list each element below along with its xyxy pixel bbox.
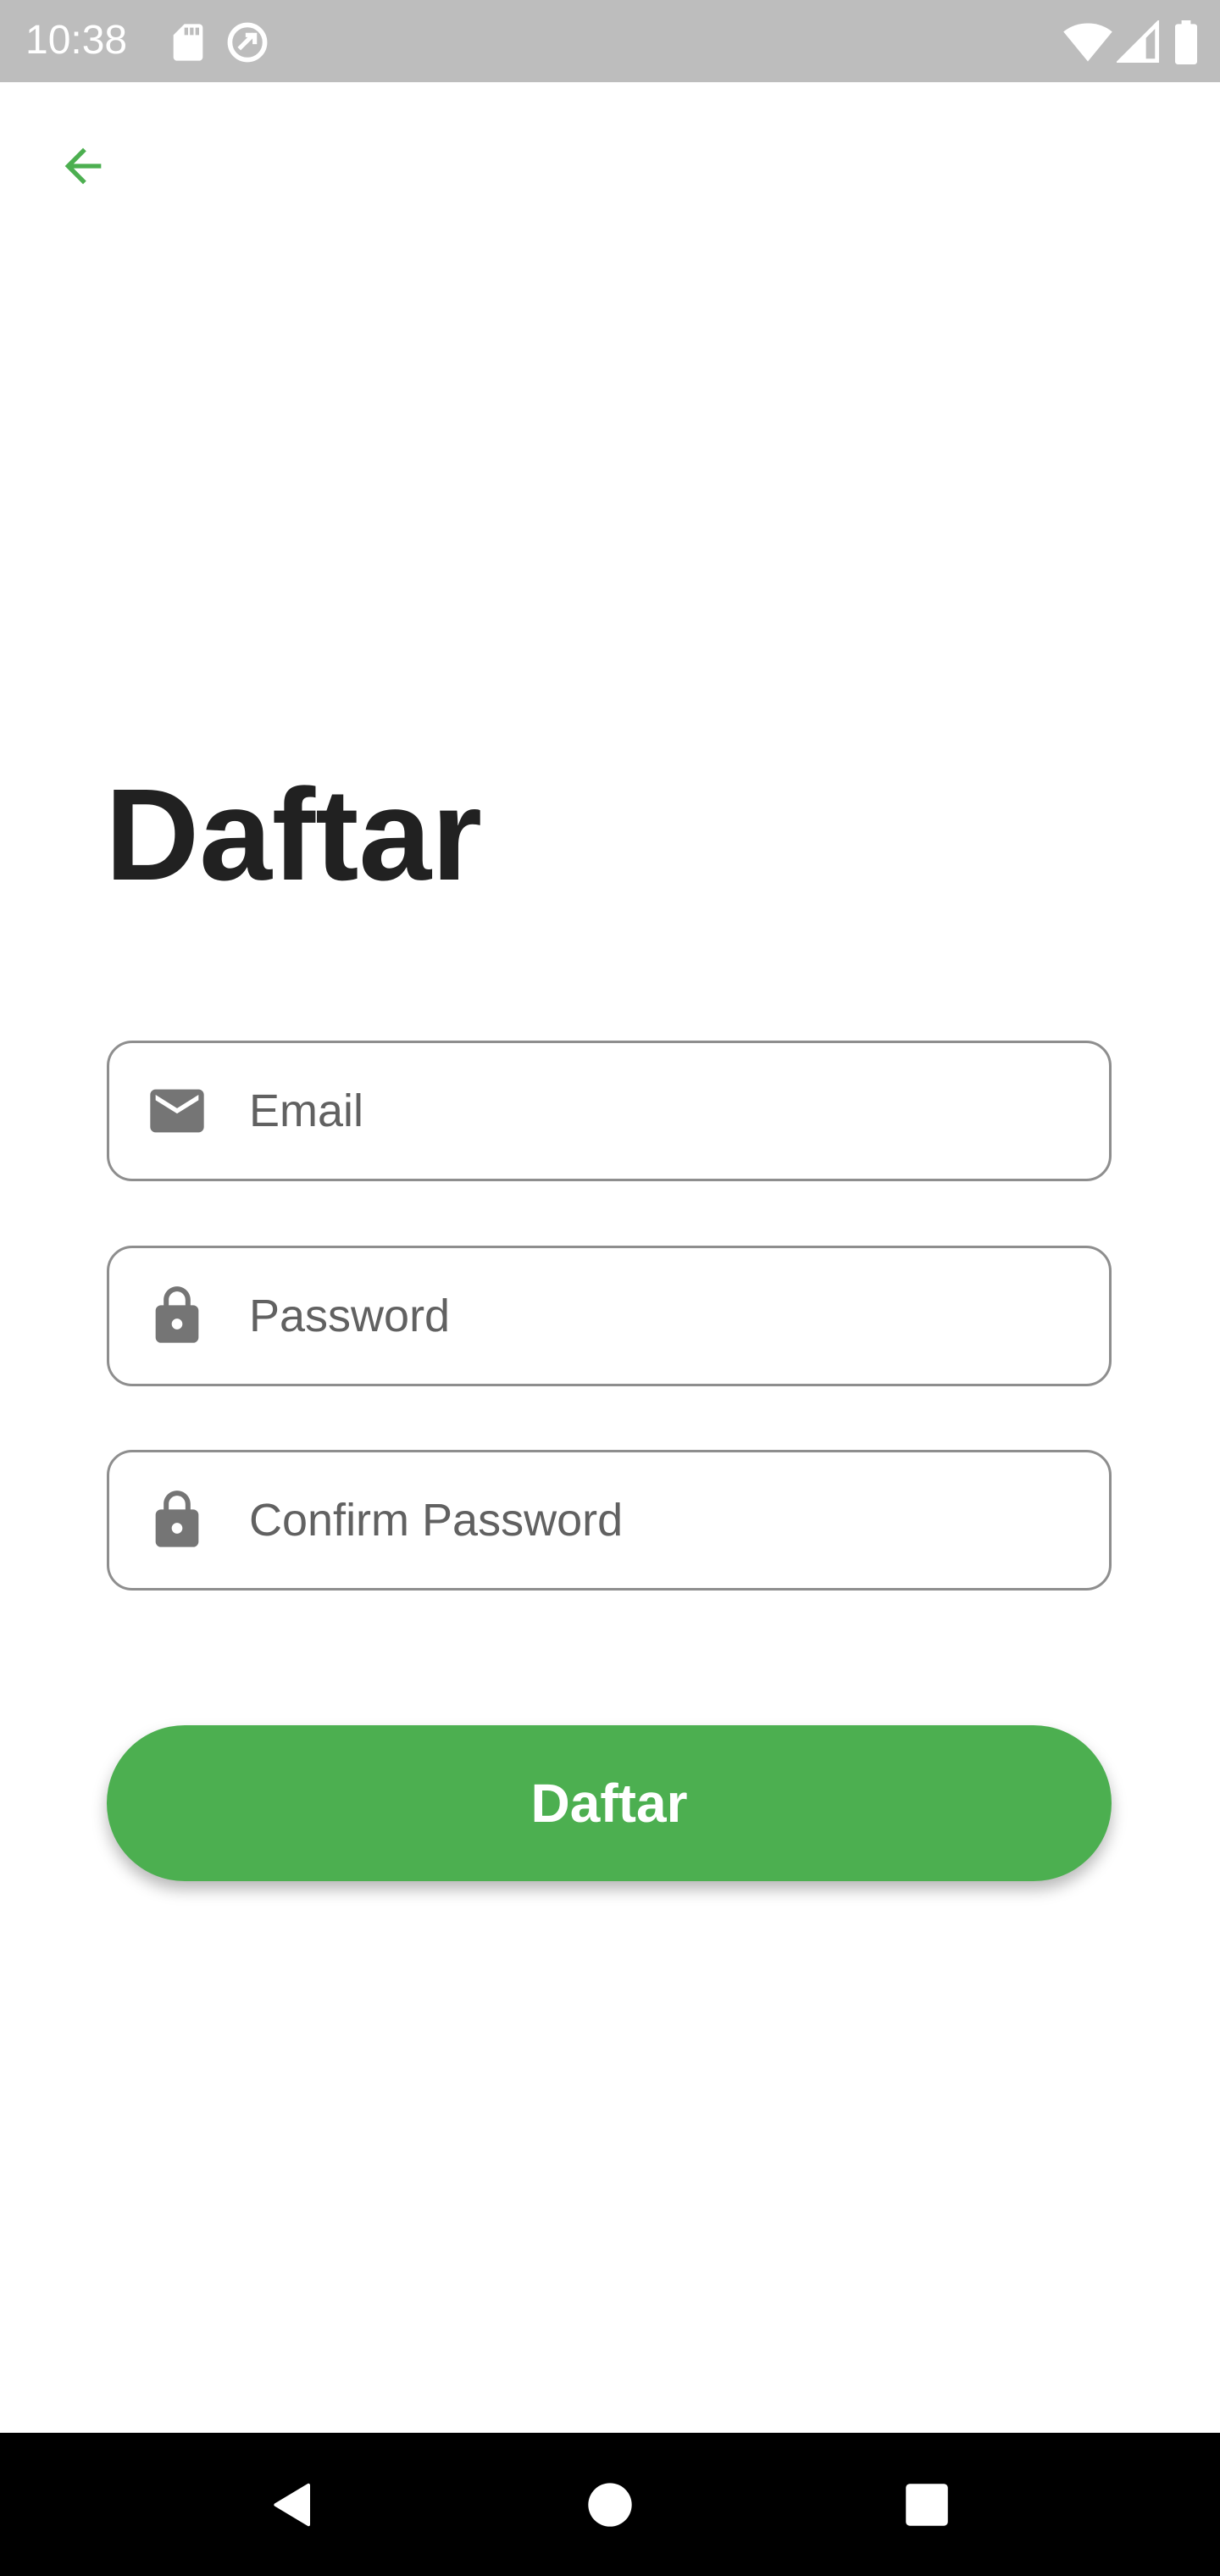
sd-card-icon	[166, 20, 210, 64]
page-title: Daftar	[105, 762, 483, 908]
register-screen: 10:38 Daftar Email Daftar	[0, 0, 1220, 2576]
register-button[interactable]: Daftar	[107, 1725, 1112, 1881]
nav-recents-icon[interactable]	[893, 2471, 961, 2539]
arrow-back-icon	[64, 147, 102, 185]
signal-icon	[1115, 19, 1161, 64]
lock-icon	[145, 1488, 209, 1552]
back-button[interactable]	[41, 124, 125, 208]
wifi-icon	[1062, 20, 1113, 64]
navigation-bar	[0, 2433, 1220, 2576]
confirm-password-field[interactable]	[107, 1450, 1112, 1591]
confirm-password-input[interactable]	[249, 1452, 1084, 1588]
email-field[interactable]	[107, 1041, 1112, 1181]
status-time: 10:38	[25, 18, 128, 63]
email-input[interactable]	[249, 1043, 1084, 1179]
status-bar: 10:38	[0, 0, 1220, 82]
nav-home-icon[interactable]	[576, 2471, 644, 2539]
mail-icon	[145, 1079, 209, 1143]
lock-icon	[145, 1284, 209, 1348]
password-input[interactable]	[249, 1248, 1084, 1384]
password-field[interactable]	[107, 1246, 1112, 1386]
nav-back-icon[interactable]	[259, 2471, 327, 2539]
battery-icon	[1171, 20, 1201, 64]
sync-icon	[225, 20, 269, 64]
